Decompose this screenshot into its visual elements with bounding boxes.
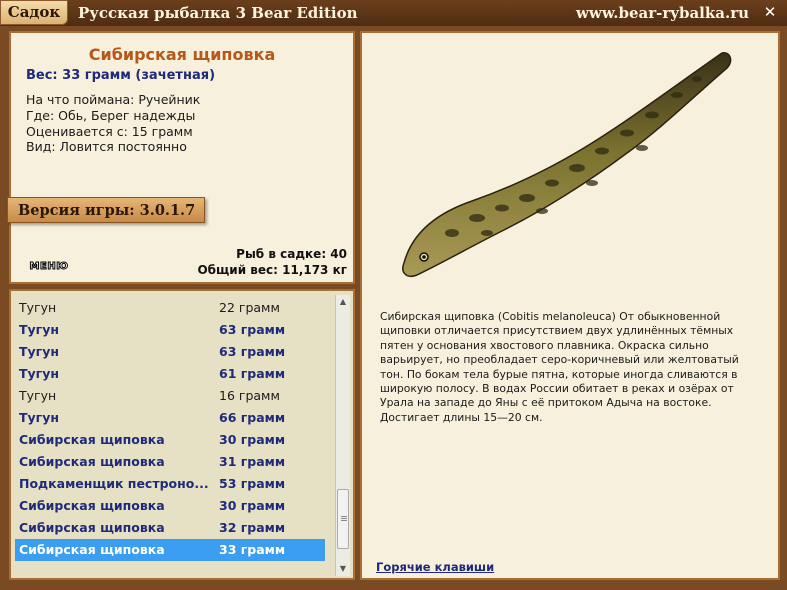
list-item-weight: 16 грамм: [219, 388, 280, 403]
tab-sadok[interactable]: Садок: [0, 0, 68, 25]
list-item-name: Сибирская щиповка: [19, 454, 165, 469]
list-item[interactable]: Сибирская щиповка 32 грамм: [15, 517, 325, 539]
app-title: Русская рыбалка 3 Bear Edition: [78, 4, 358, 22]
list-item-weight: 30 грамм: [219, 498, 286, 513]
list-item-weight: 63 грамм: [219, 344, 286, 359]
list-item-name: Сибирская щиповка: [19, 432, 165, 447]
game-version: Версия игры: 3.0.1.7: [7, 197, 205, 223]
list-item-weight: 33 грамм: [219, 542, 286, 557]
title-bar: Садок Русская рыбалка 3 Bear Edition www…: [0, 0, 787, 26]
list-item-weight: 61 грамм: [219, 366, 286, 381]
fish-bait: На что поймана: Ручейник: [26, 92, 201, 107]
list-item-weight: 63 грамм: [219, 322, 286, 337]
total-count: Рыб в садке: 40: [236, 247, 347, 261]
scroll-up-icon[interactable]: ▲: [336, 295, 350, 309]
fish-place: Где: Обь, Берег надежды: [26, 108, 196, 123]
total-weight: Общий вес: 11,173 кг: [197, 263, 347, 277]
fish-weight: Вес: 33 грамм (зачетная): [26, 68, 216, 83]
list-item[interactable]: Подкаменщик пестроно... 53 грамм: [15, 473, 325, 495]
list-item-name: Тугун: [19, 388, 57, 403]
fish-image: [402, 52, 732, 277]
list-item-name: Сибирская щиповка: [19, 498, 165, 513]
catch-list-panel: Тугун 22 грамм Тугун 63 грамм Тугун 63 грамм Т…: [9, 289, 355, 580]
list-item-weight: 30 грамм: [219, 432, 286, 447]
catch-list: Тугун 22 грамм Тугун 63 грамм Тугун 63 грамм Т…: [15, 297, 325, 561]
fish-info-panel: Сибирская щиповка Вес: 33 грамм (зачетна…: [7, 31, 355, 284]
grip-icon: [341, 516, 347, 517]
list-item-name: Тугун: [19, 300, 57, 315]
fish-kind: Вид: Ловится постоянно: [26, 139, 187, 154]
fish-description: Сибирская щиповка (Cobitis melanoleuca) …: [380, 310, 739, 424]
list-item-name: Тугун: [19, 344, 59, 359]
list-item-weight: 66 грамм: [219, 410, 286, 425]
list-item-name: Подкаменщик пестроно...: [19, 476, 209, 491]
list-scrollbar[interactable]: ▲ ▼: [335, 295, 350, 576]
list-item[interactable]: Тугун 16 грамм: [15, 385, 325, 407]
list-item-weight: 31 грамм: [219, 454, 286, 469]
list-item[interactable]: Сибирская щиповка 31 грамм: [15, 451, 325, 473]
list-item[interactable]: Тугун 22 грамм: [15, 297, 325, 319]
list-item-name: Тугун: [19, 410, 59, 425]
scroll-down-icon[interactable]: ▼: [336, 562, 350, 576]
list-item-name: Сибирская щиповка: [19, 542, 165, 557]
list-item[interactable]: Сибирская щиповка 33 грамм: [15, 539, 325, 561]
list-item-weight: 22 грамм: [219, 300, 280, 315]
fish-detail-panel: Сибирская щиповка (Cobitis melanoleuca) …: [360, 31, 780, 580]
menu-button[interactable]: МЕНЮ: [21, 261, 77, 273]
list-item[interactable]: Тугун 63 грамм: [15, 319, 325, 341]
close-icon[interactable]: ✕: [761, 3, 779, 21]
fish-name: Сибирская щиповка: [88, 45, 276, 64]
scroll-thumb[interactable]: [337, 489, 349, 549]
list-item-weight: 53 грамм: [219, 476, 286, 491]
list-item[interactable]: Сибирская щиповка 30 грамм: [15, 495, 325, 517]
site-link[interactable]: www.bear-rybalka.ru: [576, 2, 749, 24]
list-item-weight: 32 грамм: [219, 520, 286, 535]
list-item-name: Тугун: [19, 366, 59, 381]
list-item[interactable]: Тугун 66 грамм: [15, 407, 325, 429]
list-item[interactable]: Тугун 63 грамм: [15, 341, 325, 363]
list-item-name: Тугун: [19, 322, 59, 337]
list-item[interactable]: Сибирская щиповка 30 грамм: [15, 429, 325, 451]
list-item[interactable]: Тугун 61 грамм: [15, 363, 325, 385]
hotkeys-link[interactable]: Горячие клавиши: [376, 560, 494, 574]
list-item-name: Сибирская щиповка: [19, 520, 165, 535]
fish-rated-from: Оценивается с: 15 грамм: [26, 124, 193, 139]
